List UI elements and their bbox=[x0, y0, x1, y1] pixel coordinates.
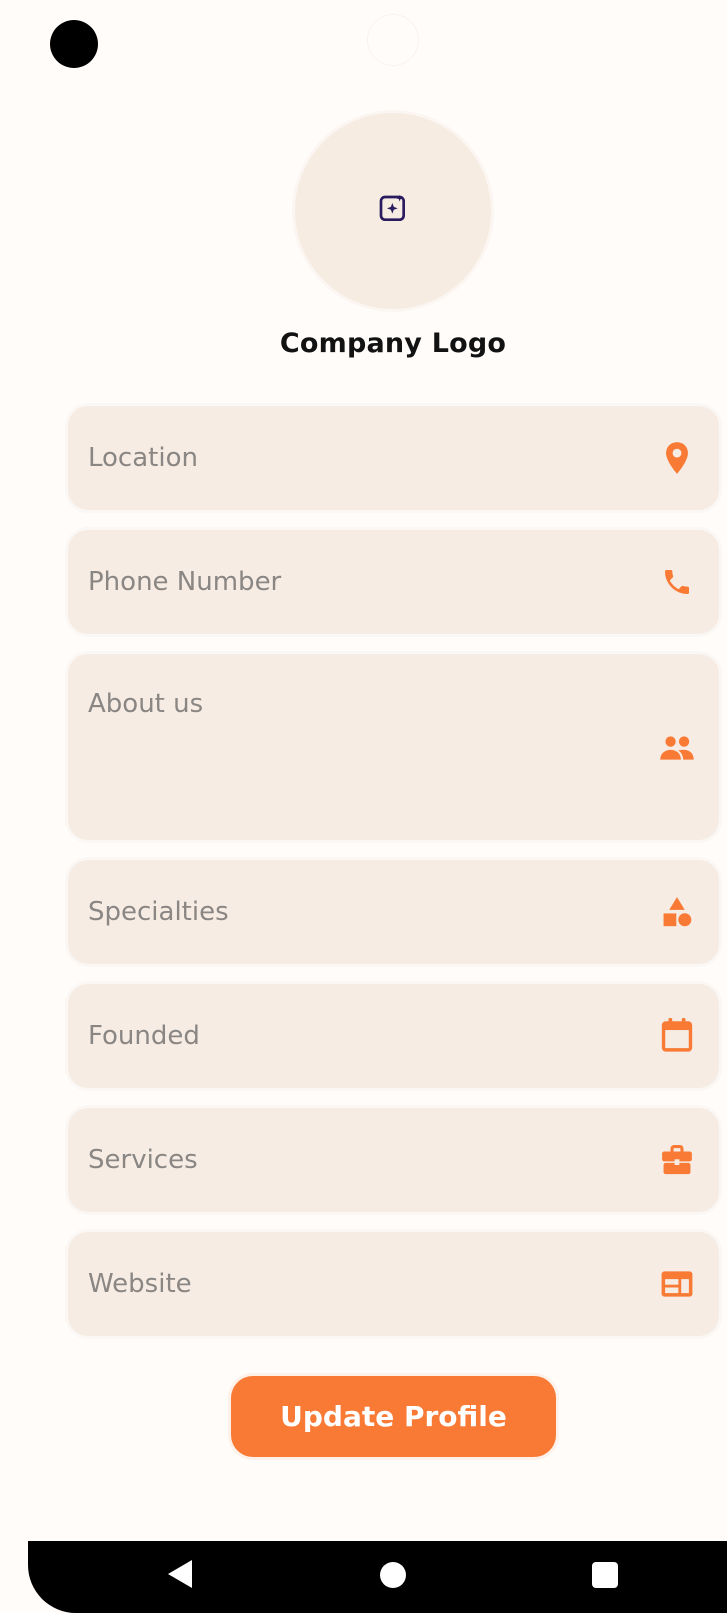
update-profile-button[interactable]: Update Profile bbox=[231, 1376, 556, 1457]
about-us-field[interactable]: About us bbox=[68, 654, 719, 840]
people-icon bbox=[659, 730, 695, 766]
phone-number-placeholder: Phone Number bbox=[88, 567, 282, 597]
location-field[interactable]: Location bbox=[68, 406, 719, 510]
services-placeholder: Services bbox=[88, 1145, 198, 1175]
website-placeholder: Website bbox=[88, 1269, 192, 1299]
edit-company-profile-screen: Company Logo Location Phone Number About… bbox=[0, 0, 727, 1613]
back-triangle-icon[interactable] bbox=[168, 1560, 192, 1588]
specialties-field[interactable]: Specialties bbox=[68, 860, 719, 964]
specialties-placeholder: Specialties bbox=[88, 897, 229, 927]
about-us-placeholder: About us bbox=[88, 689, 204, 719]
company-logo-picker[interactable] bbox=[295, 113, 491, 309]
location-placeholder: Location bbox=[88, 443, 198, 473]
location-pin-icon bbox=[659, 440, 695, 476]
website-field[interactable]: Website bbox=[68, 1232, 719, 1336]
recents-square-icon[interactable] bbox=[592, 1562, 618, 1588]
company-logo-label: Company Logo bbox=[279, 328, 507, 359]
camera-cutout bbox=[50, 20, 98, 68]
founded-field[interactable]: Founded bbox=[68, 984, 719, 1088]
status-placeholder-circle bbox=[367, 14, 419, 66]
shapes-icon bbox=[659, 894, 695, 930]
web-window-icon bbox=[659, 1266, 695, 1302]
phone-icon bbox=[659, 564, 695, 600]
system-navigation-bar bbox=[28, 1541, 727, 1613]
phone-number-field[interactable]: Phone Number bbox=[68, 530, 719, 634]
services-field[interactable]: Services bbox=[68, 1108, 719, 1212]
briefcase-icon bbox=[659, 1142, 695, 1178]
founded-placeholder: Founded bbox=[88, 1021, 200, 1051]
calendar-icon bbox=[659, 1017, 695, 1053]
add-photo-sparkle-icon bbox=[377, 193, 409, 229]
home-circle-icon[interactable] bbox=[380, 1562, 406, 1588]
